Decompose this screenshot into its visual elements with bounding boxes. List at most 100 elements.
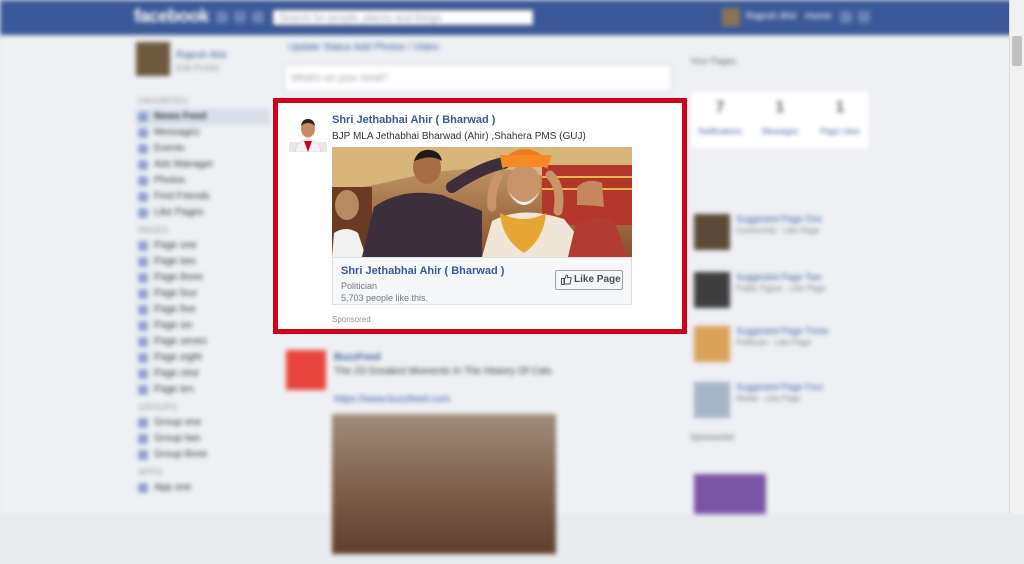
sidebar-item-icon — [138, 305, 148, 315]
scrollbar-thumb[interactable] — [1012, 36, 1022, 66]
settings-icon[interactable] — [858, 11, 870, 23]
sidebar-item-label: Page three — [154, 272, 203, 283]
sidebar-item-label: Group one — [154, 417, 202, 428]
suggestion-picture — [694, 214, 730, 250]
sidebar-item[interactable]: Page five — [136, 302, 270, 318]
sidebar-item-icon — [138, 176, 148, 186]
notifications-icon[interactable] — [252, 11, 264, 23]
post-author-name[interactable]: BuzzFeed — [334, 352, 381, 363]
composer-tabs[interactable]: Update Status Add Photos / Video — [288, 42, 439, 53]
sidebar-section-heading: FAVORITES — [138, 96, 188, 106]
sponsored-header: Sponsored — [690, 432, 734, 442]
suggestion-picture — [694, 382, 730, 418]
sidebar-item-icon — [138, 450, 148, 460]
sidebar-item[interactable]: Page eight — [136, 350, 270, 366]
sidebar-item[interactable]: Page ten — [136, 382, 270, 398]
profile-name[interactable]: Rajesh Ahir — [176, 50, 227, 61]
highlighted-sponsored-ad: Shri Jethabhai Ahir ( Bharwad ) BJP MLA … — [273, 98, 687, 334]
status-composer[interactable]: What's on your mind? — [284, 64, 672, 92]
sidebar-item[interactable]: News Feed — [136, 109, 270, 125]
sidebar-item-icon — [138, 144, 148, 154]
sidebar-item[interactable]: Ads Manager — [136, 157, 270, 173]
thumbs-up-icon — [561, 274, 572, 285]
sidebar-item-icon — [138, 160, 148, 170]
suggestion-picture — [694, 326, 730, 362]
ad-image[interactable] — [332, 147, 632, 257]
post-image[interactable] — [332, 414, 556, 554]
sidebar-item[interactable]: Find Friends — [136, 189, 270, 205]
sidebar-item-label: Find Friends — [154, 191, 210, 202]
sidebar-item-label: Page one — [154, 240, 197, 251]
feed-post: BuzzFeed The 23 Greatest Moments In The … — [280, 344, 676, 564]
stat-page-likes[interactable]: 1 Page Likes — [811, 99, 869, 136]
sidebar-item[interactable]: App one — [136, 480, 270, 496]
sidebar-item[interactable]: Page six — [136, 318, 270, 334]
sidebar-item[interactable]: Photos — [136, 173, 270, 189]
suggestion-sub: Media · Like Page — [736, 394, 801, 403]
sidebar-item-label: News Feed — [154, 111, 207, 122]
sidebar-item-icon — [138, 192, 148, 202]
avatar[interactable] — [722, 8, 740, 26]
scrollbar[interactable] — [1009, 0, 1024, 514]
sponsored-label: Sponsored — [332, 315, 371, 324]
sidebar-item[interactable]: Group three — [136, 447, 270, 463]
suggestion-sub: Politician · Like Page — [736, 338, 811, 347]
like-page-button[interactable]: Like Page — [555, 270, 623, 290]
profile-picture[interactable] — [136, 42, 170, 76]
sidebar-item[interactable]: Events — [136, 141, 270, 157]
top-bar: facebook Search for people, places and t… — [0, 0, 1024, 35]
stat-messages[interactable]: 1 Messages — [751, 99, 809, 136]
sponsored-image[interactable] — [694, 474, 766, 514]
suggestion-item[interactable]: Suggested Page Two Public Figure · Like … — [690, 266, 868, 316]
ad-description: BJP MLA Jethabhai Bharwad (Ahir) ,Shaher… — [332, 131, 586, 142]
suggestion-picture — [694, 272, 730, 308]
sidebar-item[interactable]: Page two — [136, 254, 270, 270]
sidebar-item[interactable]: Page one — [136, 238, 270, 254]
sidebar-item[interactable]: Page seven — [136, 334, 270, 350]
stat-notifications[interactable]: 7 Notifications — [691, 99, 749, 136]
ad-page-name[interactable]: Shri Jethabhai Ahir ( Bharwad ) — [332, 114, 495, 126]
page-stats-box: 7 Notifications 1 Messages 1 Page Likes — [690, 90, 870, 150]
ad-page-card[interactable]: Shri Jethabhai Ahir ( Bharwad ) Politici… — [332, 257, 632, 305]
friend-requests-icon[interactable] — [216, 11, 228, 23]
post-author-picture[interactable] — [286, 350, 326, 390]
suggestion-name[interactable]: Suggested Page Four — [736, 382, 824, 392]
sidebar-item-icon — [138, 385, 148, 395]
sidebar-nav: FAVORITES News Feed Messages Events Ads Mana… — [136, 92, 270, 496]
ad-page-avatar[interactable] — [289, 114, 327, 152]
sidebar-item[interactable]: Messages — [136, 125, 270, 141]
sidebar-item-label: Group three — [154, 449, 208, 460]
sidebar-item[interactable]: Page nine — [136, 366, 270, 382]
sidebar-item-icon — [138, 128, 148, 138]
sidebar-item[interactable]: Group two — [136, 431, 270, 447]
suggestion-item[interactable]: Suggested Page Four Media · Like Page — [690, 376, 868, 426]
sidebar-item[interactable]: Group one — [136, 415, 270, 431]
sidebar-item-label: Page six — [154, 320, 193, 331]
sidebar-item-label: App one — [154, 482, 192, 493]
sidebar-item-icon — [138, 434, 148, 444]
post-link[interactable]: https://www.buzzfeed.com — [334, 394, 450, 405]
top-user-name[interactable]: Rajesh Ahir — [746, 11, 797, 22]
messages-icon[interactable] — [234, 11, 246, 23]
home-link[interactable]: Home — [805, 11, 832, 22]
sidebar-item-icon — [138, 273, 148, 283]
sidebar-item[interactable]: Page four — [136, 286, 270, 302]
sidebar-item[interactable]: Like Pages — [136, 205, 270, 221]
ad-card-page-name[interactable]: Shri Jethabhai Ahir ( Bharwad ) — [341, 265, 504, 277]
sidebar-item-label: Page two — [154, 256, 196, 267]
suggestion-item[interactable]: Suggested Page Three Politician · Like P… — [690, 320, 868, 370]
privacy-icon[interactable] — [840, 11, 852, 23]
sidebar-section-heading: PAGES — [138, 225, 169, 235]
facebook-logo[interactable]: facebook — [134, 6, 210, 27]
suggestion-name[interactable]: Suggested Page One — [736, 214, 822, 224]
sidebar-item-label: Page ten — [154, 384, 195, 395]
edit-profile-link[interactable]: Edit Profile — [176, 63, 220, 73]
suggestion-item[interactable]: Suggested Page One Community · Like Page — [690, 208, 868, 258]
sidebar-item-icon — [138, 321, 148, 331]
sidebar-item[interactable]: Page three — [136, 270, 270, 286]
sidebar-item-label: Events — [154, 143, 185, 154]
sidebar-item-icon — [138, 257, 148, 267]
suggestion-name[interactable]: Suggested Page Two — [736, 272, 821, 282]
suggestion-name[interactable]: Suggested Page Three — [736, 326, 828, 336]
search-input[interactable]: Search for people, places and things — [272, 9, 534, 26]
